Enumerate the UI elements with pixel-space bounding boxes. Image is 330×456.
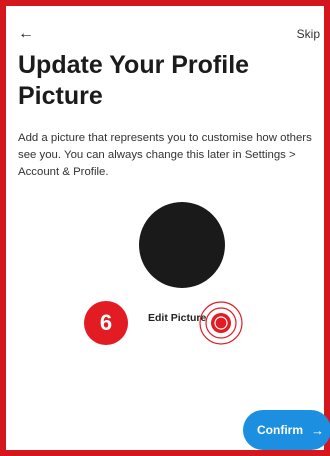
page-title: Update Your Profile Picture xyxy=(18,51,250,110)
screen: ← Skip Update Your Profile Picture Add a… xyxy=(6,6,330,450)
page-description: Add a picture that represents you to cus… xyxy=(18,132,312,178)
confirm-label: Confirm xyxy=(257,423,303,437)
back-arrow-icon[interactable]: ← xyxy=(18,26,34,42)
confirm-button[interactable]: Confirm → xyxy=(243,410,330,450)
step-number-badge: 6 xyxy=(84,301,128,345)
avatar[interactable] xyxy=(139,202,225,288)
arrow-right-icon: → xyxy=(311,422,324,438)
tap-target-icon xyxy=(199,301,243,345)
skip-button[interactable]: Skip xyxy=(297,27,320,41)
